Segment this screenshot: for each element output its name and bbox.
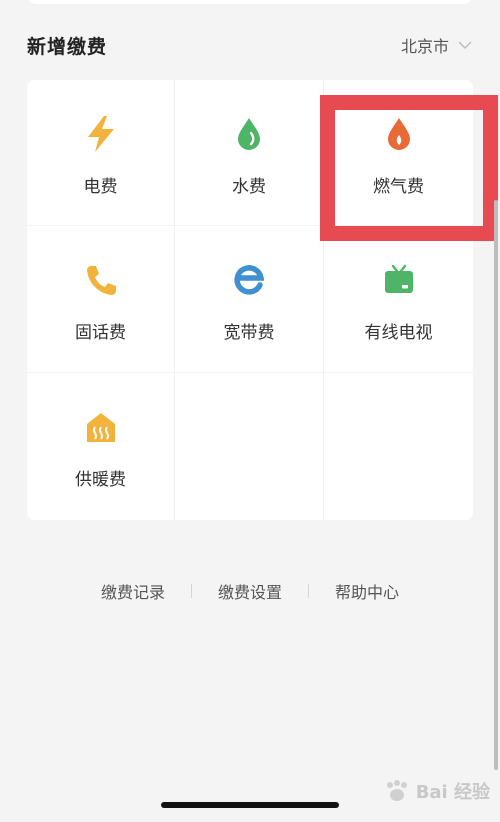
home-indicator[interactable] [161, 802, 339, 808]
payment-grid: 电费 水费 燃气费 固话费 宽带费 有线电视 供暖费 [27, 80, 473, 520]
payment-records-link[interactable]: 缴费记录 [75, 579, 191, 603]
watermark-text: Bai 经验 [415, 782, 490, 803]
city-selector[interactable]: 北京市 [401, 33, 473, 57]
broadband-e-icon [234, 265, 265, 295]
scrollbar[interactable] [494, 200, 498, 770]
top-card-fragment [27, 0, 473, 4]
water-drop-icon [238, 118, 260, 150]
service-label: 水费 [232, 177, 266, 197]
service-electricity[interactable]: 电费 [27, 80, 175, 226]
service-label: 电费 [83, 177, 118, 197]
section-header: 新增缴费 北京市 [27, 30, 473, 60]
service-gas[interactable]: 燃气费 [324, 80, 473, 226]
tv-icon [384, 264, 413, 293]
service-cable-tv[interactable]: 有线电视 [324, 226, 473, 373]
phone-icon [86, 266, 116, 295]
service-label: 宽带费 [223, 323, 275, 343]
payment-grid-card: 电费 水费 燃气费 固话费 宽带费 有线电视 供暖费 [27, 80, 473, 520]
empty-cell [175, 373, 324, 520]
city-name: 北京市 [400, 37, 449, 56]
heating-house-icon [86, 413, 115, 442]
chevron-down-icon [458, 41, 472, 49]
service-label: 供暖费 [75, 470, 126, 490]
service-broadband[interactable]: 宽带费 [175, 226, 324, 373]
service-label: 固话费 [75, 323, 126, 343]
paw-logo-icon [386, 780, 407, 801]
empty-cell [324, 373, 473, 520]
lightning-icon [87, 116, 114, 152]
gas-flame-icon [387, 118, 410, 150]
help-center-link[interactable]: 帮助中心 [309, 579, 425, 603]
service-label: 有线电视 [364, 323, 433, 343]
watermark: Bai 经验 [382, 778, 490, 804]
footer-links: 缴费记录 缴费设置 帮助中心 [0, 578, 500, 604]
service-label: 燃气费 [373, 177, 424, 197]
payment-settings-link[interactable]: 缴费设置 [192, 579, 308, 603]
service-landline[interactable]: 固话费 [27, 226, 175, 373]
section-title: 新增缴费 [27, 35, 108, 58]
service-heating[interactable]: 供暖费 [27, 373, 175, 520]
service-water[interactable]: 水费 [175, 80, 324, 226]
